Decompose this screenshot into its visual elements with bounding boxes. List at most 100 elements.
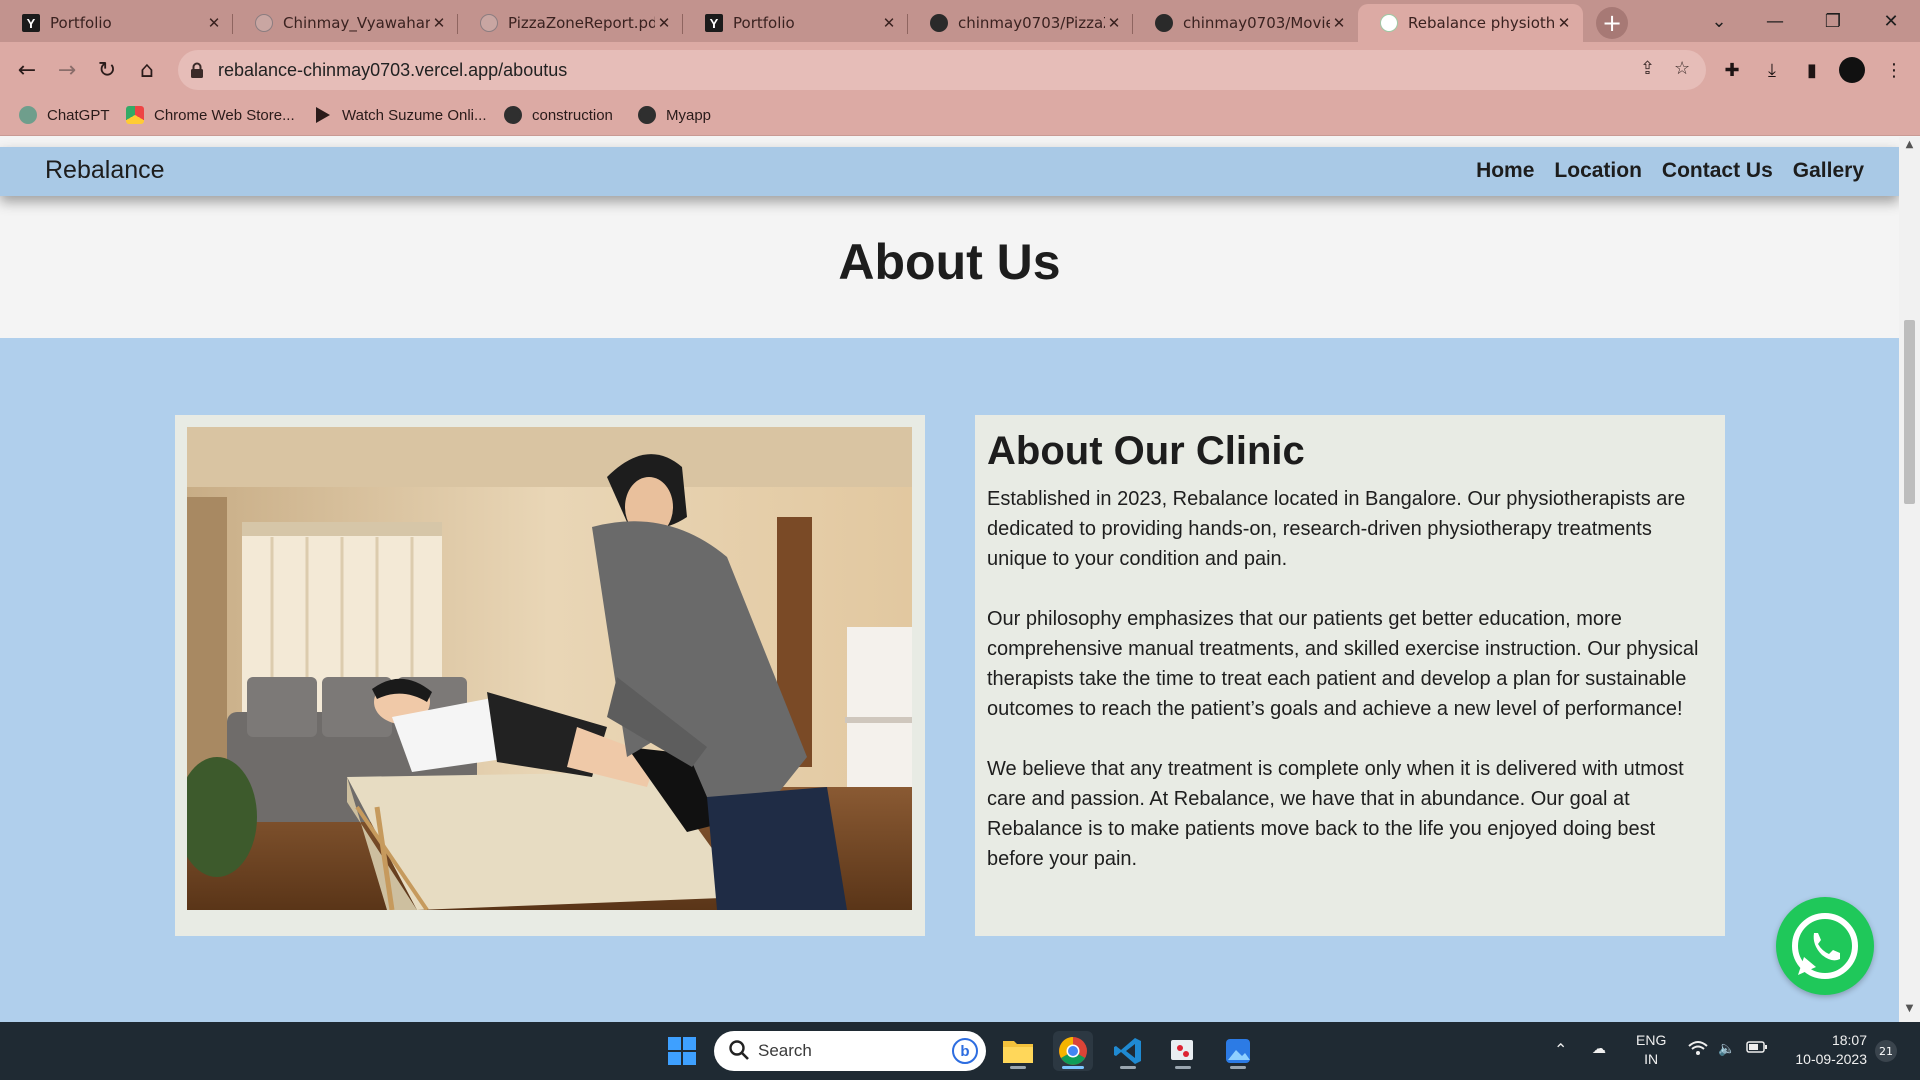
lang-code: ENG (1636, 1032, 1667, 1048)
close-tab-icon[interactable]: ✕ (880, 14, 898, 32)
back-arrow-icon[interactable]: ← (9, 52, 45, 88)
clinic-info-card: About Our Clinic Established in 2023, Re… (975, 415, 1725, 936)
site-navbar: Rebalance Home Location Contact Us Galle… (0, 147, 1899, 196)
home-icon[interactable]: ⌂ (129, 52, 165, 88)
scroll-up-arrow-icon[interactable]: ▲ (1899, 139, 1920, 155)
volume-icon[interactable]: 🔈 (1718, 1040, 1735, 1057)
globe-icon (504, 106, 522, 124)
close-tab-icon[interactable]: ✕ (1330, 14, 1348, 32)
windows-taskbar: Search b ⌃ ☁ ENG IN 🔈 18:07 10-09-2023 2… (0, 1022, 1920, 1080)
taskbar-search-box[interactable]: Search b (714, 1031, 986, 1071)
bookmark-label: ChatGPT (47, 106, 110, 124)
bookmarks-bar: ChatGPT Chrome Web Store... Watch Suzume… (0, 98, 1920, 136)
new-tab-button[interactable]: + (1596, 7, 1628, 39)
about-paragraph: Established in 2023, Rebalance located i… (987, 488, 1686, 570)
github-favicon-icon (1155, 14, 1173, 32)
nav-gallery-link[interactable]: Gallery (1793, 159, 1864, 183)
whatsapp-chat-button[interactable] (1776, 897, 1874, 995)
leaf-favicon-icon (1380, 14, 1398, 32)
cloud-icon[interactable]: ☁ (1592, 1040, 1606, 1057)
side-panel-icon[interactable]: ▮ (1796, 54, 1828, 86)
bookmark-label: Chrome Web Store... (154, 106, 295, 124)
tab-title: chinmay0703/PizzaZo (958, 14, 1105, 32)
bookmark-myapp[interactable]: Myapp (638, 106, 711, 124)
chatgpt-icon (19, 106, 37, 124)
tab-search-chevron-icon[interactable]: ⌄ (1699, 6, 1739, 36)
notification-badge[interactable]: 21 (1875, 1040, 1897, 1062)
tab-github-pizzazone[interactable]: chinmay0703/PizzaZo ✕ (908, 4, 1133, 42)
reload-icon[interactable]: ↻ (89, 52, 125, 88)
extensions-puzzle-icon[interactable]: ✚ (1716, 54, 1748, 86)
clock[interactable]: 18:07 10-09-2023 (1783, 1031, 1867, 1069)
minimize-icon[interactable]: — (1755, 6, 1795, 36)
nav-contact-link[interactable]: Contact Us (1662, 159, 1773, 183)
share-icon[interactable]: ⇪ (1640, 58, 1655, 79)
about-section: About Our Clinic Established in 2023, Re… (0, 338, 1899, 1022)
tab-title: Portfolio (733, 14, 795, 32)
running-indicator (1010, 1066, 1026, 1069)
chevron-up-icon[interactable]: ⌃ (1554, 1040, 1567, 1060)
tab-github-movies[interactable]: chinmay0703/MovieS ✕ (1133, 4, 1358, 42)
windows-start-icon[interactable] (662, 1031, 702, 1071)
lang-region: IN (1644, 1051, 1659, 1067)
profile-avatar[interactable] (1836, 54, 1868, 86)
page-title: About Us (838, 234, 1061, 290)
close-tab-icon[interactable]: ✕ (1555, 14, 1573, 32)
tab-title: PizzaZoneReport.pdf (508, 14, 655, 32)
bookmark-chatgpt[interactable]: ChatGPT (19, 106, 110, 124)
bookmark-label: construction (532, 106, 613, 124)
bookmark-watch-suzume[interactable]: Watch Suzume Onli... (314, 106, 487, 124)
close-tab-icon[interactable]: ✕ (205, 14, 223, 32)
tab-title: Portfolio (50, 14, 112, 32)
tab-chinmay-resume[interactable]: Chinmay_Vyawahare_ ✕ (233, 4, 458, 42)
address-bar[interactable]: rebalance-chinmay0703.vercel.app/aboutus… (178, 50, 1706, 90)
bookmark-label: Myapp (666, 106, 712, 124)
search-icon (728, 1039, 750, 1065)
menu-kebab-icon[interactable]: ⋮ (1878, 54, 1910, 86)
bookmark-chrome-web-store[interactable]: Chrome Web Store... (126, 106, 295, 124)
about-paragraph: Our philosophy emphasizes that our patie… (987, 608, 1699, 720)
battery-icon[interactable] (1746, 1040, 1768, 1057)
site-nav: Home Location Contact Us Gallery (1476, 159, 1864, 183)
photos-icon[interactable] (1218, 1031, 1258, 1071)
tab-pizzazone-report[interactable]: PizzaZoneReport.pdf ✕ (458, 4, 683, 42)
site-brand[interactable]: Rebalance (45, 156, 165, 185)
close-tab-icon[interactable]: ✕ (655, 14, 673, 32)
github-favicon-icon (930, 14, 948, 32)
close-tab-icon[interactable]: ✕ (1105, 14, 1123, 32)
globe-favicon-icon (480, 14, 498, 32)
browser-tab-strip: Y Portfolio ✕ Chinmay_Vyawahare_ ✕ Pizza… (0, 0, 1920, 42)
browser-toolbar: ← → ↻ ⌂ rebalance-chinmay0703.vercel.app… (0, 42, 1920, 98)
close-window-icon[interactable]: ✕ (1871, 6, 1911, 36)
clock-time: 18:07 (1831, 1032, 1867, 1048)
about-clinic-heading: About Our Clinic (987, 429, 1305, 473)
page-viewport: Rebalance Home Location Contact Us Galle… (0, 137, 1920, 1022)
download-icon[interactable]: ⤓ (1756, 54, 1788, 86)
snipping-tool-icon[interactable] (1163, 1031, 1203, 1071)
tab-portfolio-1[interactable]: Y Portfolio ✕ (0, 4, 233, 42)
restore-icon[interactable]: ❐ (1813, 6, 1853, 36)
url-text[interactable]: rebalance-chinmay0703.vercel.app/aboutus (218, 60, 567, 81)
bookmark-construction[interactable]: construction (504, 106, 613, 124)
wifi-icon[interactable] (1688, 1040, 1708, 1059)
language-indicator[interactable]: ENG IN (1636, 1031, 1666, 1069)
globe-favicon-icon (255, 14, 273, 32)
y-favicon-icon: Y (705, 14, 723, 32)
bing-icon[interactable]: b (952, 1038, 978, 1064)
tab-portfolio-2[interactable]: Y Portfolio ✕ (683, 4, 908, 42)
page-scrollbar[interactable]: ▲ ▼ (1899, 137, 1920, 1022)
scrollbar-thumb[interactable] (1904, 320, 1915, 504)
close-tab-icon[interactable]: ✕ (430, 14, 448, 32)
bookmark-star-icon[interactable]: ☆ (1674, 58, 1690, 79)
tab-rebalance-active[interactable]: Rebalance physiother ✕ (1358, 4, 1583, 42)
vscode-icon[interactable] (1108, 1031, 1148, 1071)
nav-location-link[interactable]: Location (1554, 159, 1642, 183)
bookmark-label: Watch Suzume Onli... (342, 106, 487, 124)
y-favicon-icon: Y (22, 14, 40, 32)
file-explorer-icon[interactable] (998, 1031, 1038, 1071)
tab-title: Rebalance physiother (1408, 14, 1555, 32)
forward-arrow-icon[interactable]: → (49, 52, 85, 88)
chrome-icon[interactable] (1053, 1031, 1093, 1071)
nav-home-link[interactable]: Home (1476, 159, 1534, 183)
scroll-down-arrow-icon[interactable]: ▼ (1899, 1003, 1920, 1019)
